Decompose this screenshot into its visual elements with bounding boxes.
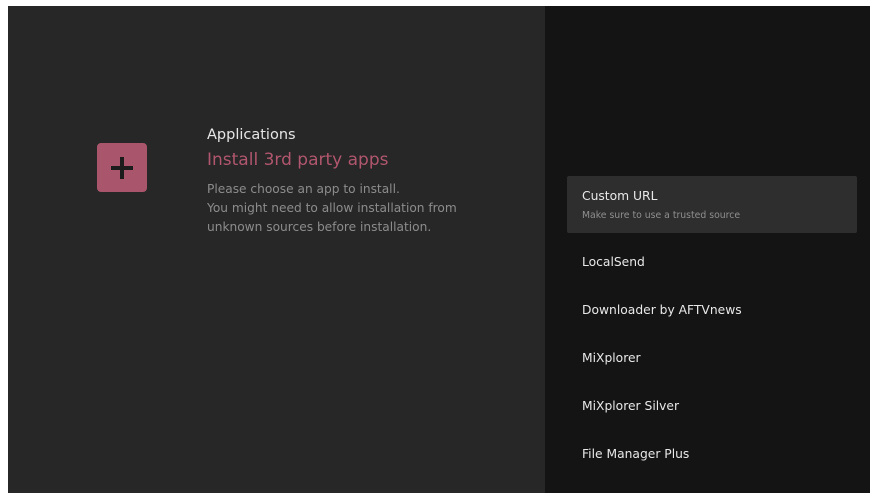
breadcrumb: Applications bbox=[207, 127, 296, 143]
app-list-panel: Custom URL Make sure to use a trusted so… bbox=[545, 6, 870, 493]
app-list: Custom URL Make sure to use a trusted so… bbox=[567, 176, 857, 478]
list-item-downloader[interactable]: Downloader by AFTVnews bbox=[567, 286, 857, 334]
description-line: unknown sources before installation. bbox=[207, 220, 432, 234]
list-item-label: Custom URL bbox=[582, 188, 658, 203]
list-item-file-manager-plus[interactable]: File Manager Plus bbox=[567, 430, 857, 478]
list-item-label: File Manager Plus bbox=[582, 447, 690, 461]
list-item-label: LocalSend bbox=[582, 255, 645, 269]
list-item-subtitle: Make sure to use a trusted source bbox=[582, 209, 741, 221]
list-item-localsend[interactable]: LocalSend bbox=[567, 238, 857, 286]
tv-screen: Applications Install 3rd party apps Plea… bbox=[8, 6, 870, 493]
list-item-label: MiXplorer Silver bbox=[582, 399, 680, 413]
list-item-custom-url[interactable]: Custom URL Make sure to use a trusted so… bbox=[567, 176, 857, 233]
list-item-mixplorer-silver[interactable]: MiXplorer Silver bbox=[567, 382, 857, 430]
description-line: Please choose an app to install. bbox=[207, 182, 400, 196]
page-title: Install 3rd party apps bbox=[207, 150, 389, 170]
info-panel: Applications Install 3rd party apps Plea… bbox=[8, 6, 545, 493]
list-item-label: MiXplorer bbox=[582, 351, 641, 365]
page-description: Please choose an app to install. You mig… bbox=[207, 180, 507, 237]
list-item-mixplorer[interactable]: MiXplorer bbox=[567, 334, 857, 382]
app-install-tile bbox=[97, 143, 147, 192]
description-line: You might need to allow installation fro… bbox=[207, 201, 457, 215]
plus-icon bbox=[111, 156, 133, 179]
list-item-label: Downloader by AFTVnews bbox=[582, 303, 742, 317]
